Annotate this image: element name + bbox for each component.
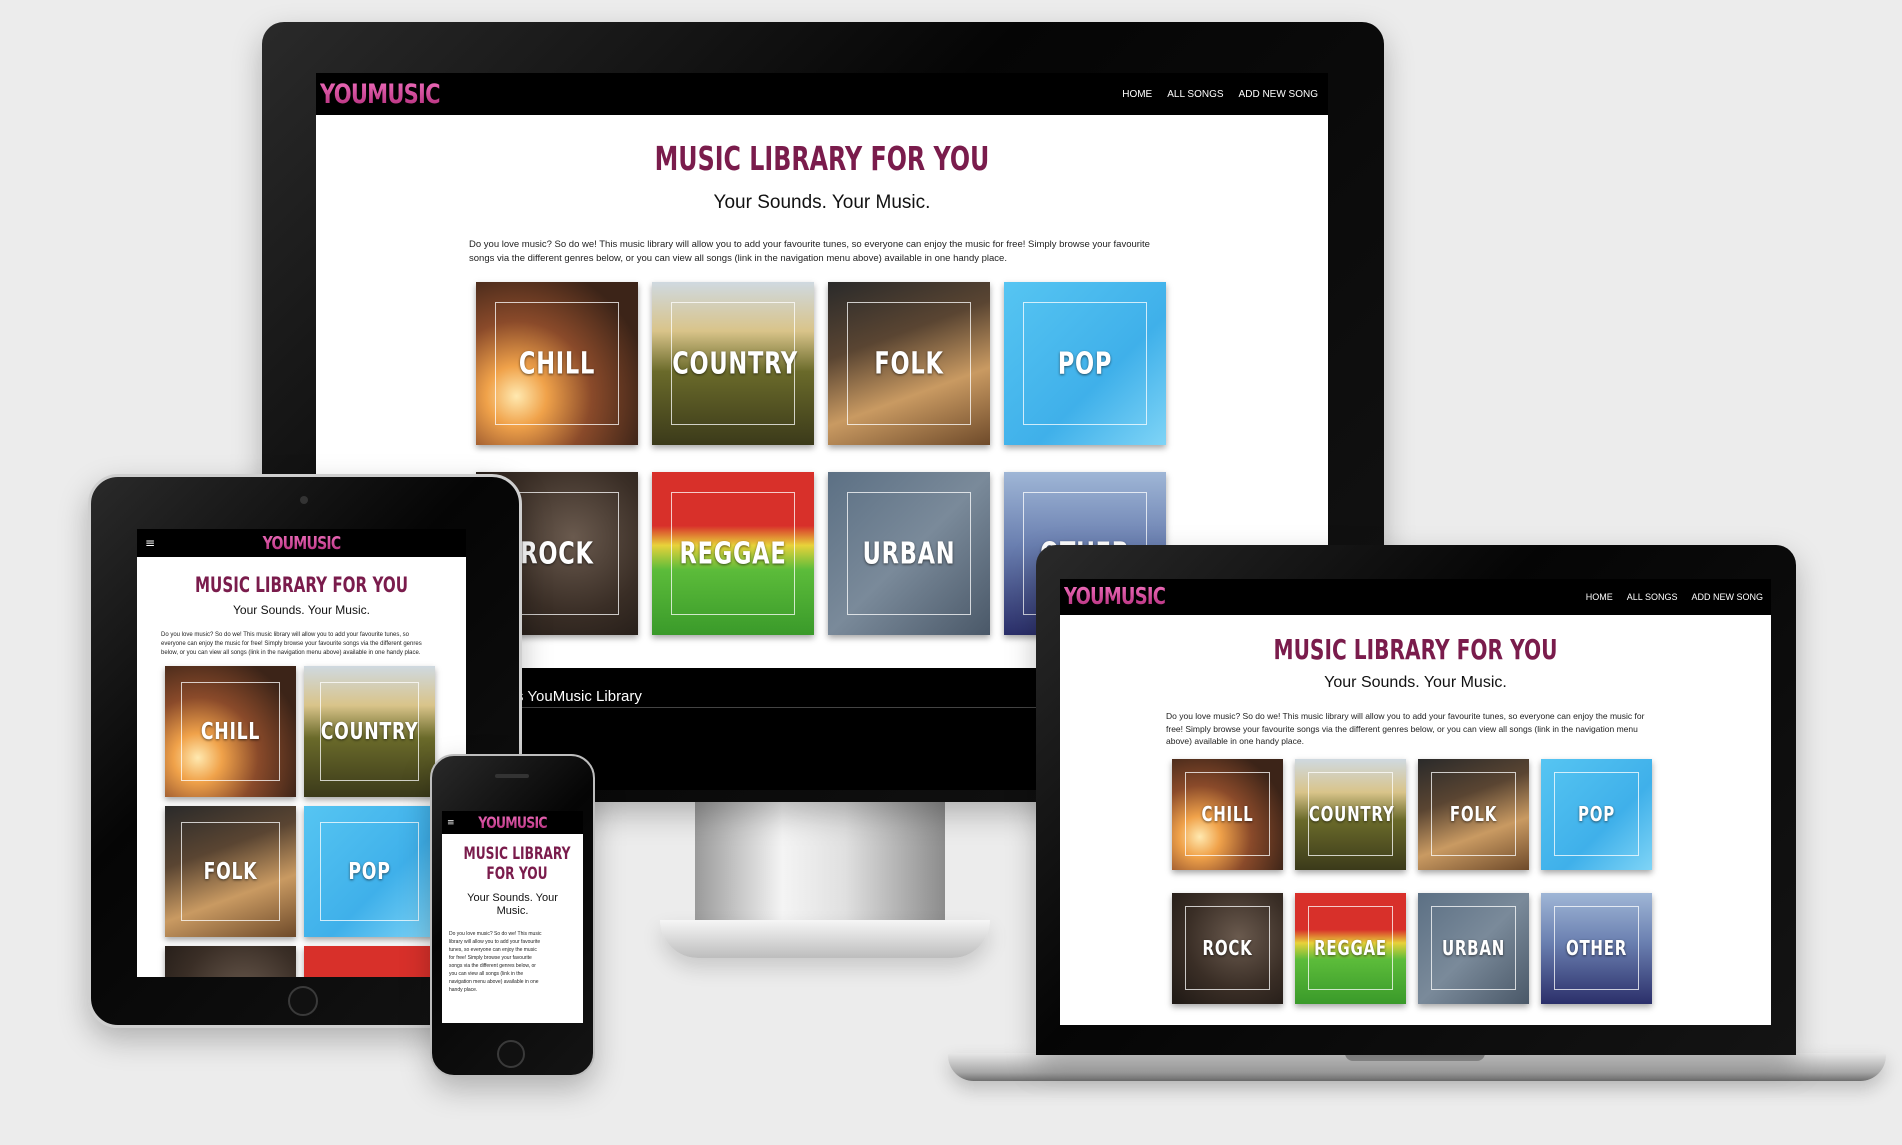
phone-intro-line: songs via the different genres below, or bbox=[449, 963, 536, 969]
monitor-stand-base bbox=[660, 920, 990, 958]
genre-tile-rock[interactable] bbox=[165, 946, 296, 977]
desktop-nav-links: HOME ALL SONGS ADD NEW SONG bbox=[1122, 89, 1318, 100]
tablet-intro-line: everyone can enjoy the music for free! S… bbox=[161, 641, 422, 647]
laptop-genre-grid: CHILL COUNTRY FOLK POP ROCK REGGAE URBAN… bbox=[1172, 758, 1771, 1004]
genre-tile-chill[interactable]: CHILL bbox=[476, 282, 638, 445]
genre-label: COUNTRY bbox=[320, 718, 419, 745]
tablet-genre-grid: CHILL COUNTRY FOLK POP bbox=[165, 666, 466, 977]
phone-intro-line: handy place. bbox=[449, 987, 478, 993]
genre-label: REGGAE bbox=[1314, 936, 1387, 960]
hamburger-icon[interactable]: ≡ bbox=[145, 536, 155, 550]
desktop-footer-text: s YouMusic Library bbox=[516, 688, 642, 705]
laptop-nav-links: HOME ALL SONGS ADD NEW SONG bbox=[1586, 592, 1763, 602]
nav-all-songs[interactable]: ALL SONGS bbox=[1627, 592, 1678, 602]
genre-label: POP bbox=[348, 858, 391, 885]
desktop-intro-line: Do you love music? So do we! This music … bbox=[469, 239, 1150, 250]
genre-label: REGGAE bbox=[679, 536, 787, 571]
genre-tile-folk[interactable]: FOLK bbox=[165, 806, 296, 937]
tablet-home-button[interactable] bbox=[288, 986, 318, 1016]
phone-intro-line: Do you love music? So do we! This music bbox=[449, 931, 542, 937]
tablet-intro-line: Do you love music? So do we! This music … bbox=[161, 632, 410, 638]
desktop-intro: Do you love music? So do we! This music … bbox=[469, 238, 1189, 266]
phone-intro-line: you can view all songs (link in the bbox=[449, 971, 524, 977]
genre-tile-reggae[interactable]: REGGAE bbox=[1295, 892, 1406, 1004]
genre-tile-pop[interactable]: POP bbox=[304, 806, 435, 937]
phone-intro: Do you love music? So do we! This music … bbox=[449, 930, 583, 994]
phone-home-button[interactable] bbox=[497, 1040, 525, 1068]
desktop-page-title: MUSIC LIBRARY FOR YOU bbox=[654, 139, 990, 178]
hamburger-icon[interactable]: ≡ bbox=[447, 818, 455, 828]
phone-intro-line: tunes, so everyone can enjoy the music bbox=[449, 947, 537, 953]
genre-label: CHILL bbox=[1201, 802, 1254, 826]
desktop-logo[interactable]: YOUMUSIC bbox=[320, 79, 441, 110]
phone-intro-line: library will allow you to add your favou… bbox=[449, 939, 541, 945]
genre-label: ROCK bbox=[1202, 936, 1253, 960]
phone-navbar: ≡ YOUMUSIC bbox=[442, 811, 583, 834]
phone-tagline: Your Sounds. Your Music. bbox=[467, 892, 558, 917]
genre-label: URBAN bbox=[1441, 936, 1506, 960]
desktop-navbar: YOUMUSIC HOME ALL SONGS ADD NEW SONG bbox=[316, 73, 1328, 115]
tablet-intro-line: below, or you can view all songs (link i… bbox=[161, 650, 421, 656]
nav-home[interactable]: HOME bbox=[1586, 592, 1613, 602]
laptop-navbar: YOUMUSIC HOME ALL SONGS ADD NEW SONG bbox=[1060, 579, 1771, 615]
phone-intro-line: for free! Simply browse your favourite bbox=[449, 955, 532, 961]
genre-tile-urban[interactable]: URBAN bbox=[1418, 892, 1529, 1004]
genre-tile-pop[interactable]: POP bbox=[1004, 282, 1166, 445]
genre-label: FOLK bbox=[203, 858, 258, 885]
tablet-intro: Do you love music? So do we! This music … bbox=[161, 631, 466, 658]
laptop-screen: YOUMUSIC HOME ALL SONGS ADD NEW SONG MUS… bbox=[1060, 579, 1771, 1025]
tablet-navbar: ≡ YOUMUSIC bbox=[137, 529, 466, 557]
laptop-intro-line: free! Simply browse your favourite songs… bbox=[1166, 723, 1638, 734]
phone-page-title: MUSIC LIBRARY FOR YOU bbox=[463, 844, 571, 884]
nav-home[interactable]: HOME bbox=[1122, 89, 1152, 100]
phone-logo[interactable]: YOUMUSIC bbox=[458, 813, 568, 832]
genre-tile-rock[interactable]: ROCK bbox=[1172, 892, 1283, 1004]
laptop-intro-line: Do you love music? So do we! This music … bbox=[1166, 711, 1645, 721]
phone-screen: ≡ YOUMUSIC MUSIC LIBRARY FOR YOU Your So… bbox=[442, 811, 583, 1023]
genre-tile-reggae[interactable] bbox=[304, 946, 435, 977]
genre-label: CHILL bbox=[518, 346, 596, 381]
phone-intro-line: navigation menu above) available in one bbox=[449, 979, 539, 985]
tablet-logo[interactable]: YOUMUSIC bbox=[173, 533, 430, 554]
genre-tile-folk[interactable]: FOLK bbox=[828, 282, 990, 445]
genre-label: CHILL bbox=[200, 718, 261, 745]
laptop-tagline: Your Sounds. Your Music. bbox=[1324, 674, 1507, 691]
phone-speaker bbox=[495, 774, 529, 778]
nav-add-new-song[interactable]: ADD NEW SONG bbox=[1691, 592, 1763, 602]
genre-label: FOLK bbox=[1449, 802, 1498, 826]
genre-label: COUNTRY bbox=[1308, 802, 1395, 826]
genre-tile-pop[interactable]: POP bbox=[1541, 758, 1652, 870]
laptop-intro: Do you love music? So do we! This music … bbox=[1166, 710, 1771, 748]
genre-tile-chill[interactable]: CHILL bbox=[1172, 758, 1283, 870]
genre-label: URBAN bbox=[862, 536, 956, 571]
genre-label: FOLK bbox=[874, 346, 944, 381]
laptop-logo[interactable]: YOUMUSIC bbox=[1064, 584, 1166, 610]
genre-tile-country[interactable]: COUNTRY bbox=[304, 666, 435, 797]
nav-add-new-song[interactable]: ADD NEW SONG bbox=[1239, 89, 1318, 100]
genre-tile-other[interactable]: OTHER bbox=[1541, 892, 1652, 1004]
genre-tile-folk[interactable]: FOLK bbox=[1418, 758, 1529, 870]
genre-label: POP bbox=[1577, 802, 1615, 826]
genre-label: POP bbox=[1057, 346, 1113, 381]
genre-tile-urban[interactable]: URBAN bbox=[828, 472, 990, 635]
laptop-page-title: MUSIC LIBRARY FOR YOU bbox=[1273, 633, 1558, 666]
genre-tile-country[interactable]: COUNTRY bbox=[652, 282, 814, 445]
genre-tile-reggae[interactable]: REGGAE bbox=[652, 472, 814, 635]
genre-label: COUNTRY bbox=[672, 346, 798, 381]
genre-tile-country[interactable]: COUNTRY bbox=[1295, 758, 1406, 870]
genre-label: OTHER bbox=[1565, 936, 1628, 960]
tablet-camera bbox=[300, 496, 308, 504]
laptop-intro-line: above) available in one handy place. bbox=[1166, 736, 1304, 746]
desktop-tagline: Your Sounds. Your Music. bbox=[713, 192, 931, 213]
tablet-screen: ≡ YOUMUSIC MUSIC LIBRARY FOR YOU Your So… bbox=[137, 529, 466, 977]
desktop-intro-line: songs via the different genres below, or… bbox=[469, 253, 1007, 264]
tablet-page-title: MUSIC LIBRARY FOR YOU bbox=[194, 573, 408, 597]
nav-all-songs[interactable]: ALL SONGS bbox=[1167, 89, 1223, 100]
tablet-tagline: Your Sounds. Your Music. bbox=[233, 603, 370, 617]
genre-tile-chill[interactable]: CHILL bbox=[165, 666, 296, 797]
